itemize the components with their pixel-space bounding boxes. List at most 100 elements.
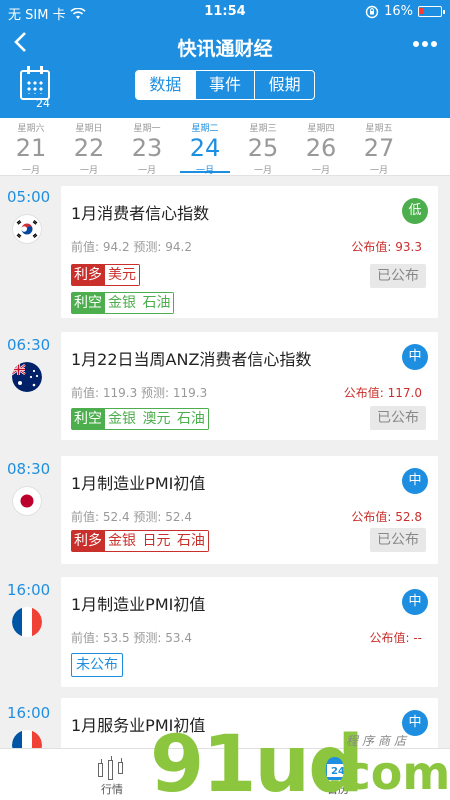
more-dots-icon [413,41,437,47]
date-weekday: 星期三 [249,124,277,134]
event-name: 1月消费者信心指数 [71,204,210,223]
tag-item: 美元 [108,267,136,283]
event-card[interactable]: 1月服务业PMI初值 中 [61,698,438,748]
calendar-icon[interactable] [20,66,50,100]
tag-kind: 利空 [71,408,105,430]
tag-item: 石油 [176,411,205,427]
event-time: 16:00 [7,581,51,599]
impact-tag-bearish: 利空 金银 石油 [71,292,175,314]
importance-badge: 中 [402,589,428,615]
tag-kind: 利多 [71,264,105,286]
event-list: 05:00 1月消费者信心指数 低 前值: 94.2 预测: 94.2 公布值:… [0,176,450,748]
status-bar: 无 SIM 卡 11:54 16% [0,0,450,24]
segment-tabs: 数据 事件 假期 [135,70,315,100]
event-name: 1月制造业PMI初值 [71,474,206,493]
published-value: 公布值: 93.3 [351,240,422,254]
tag-kind: 利多 [71,530,105,552]
event-name: 1月22日当周ANZ消费者信心指数 [71,350,312,369]
date-day: 26 [305,134,337,162]
tab-label: 行情 [101,783,123,796]
page-title: 快讯通财经 [177,38,273,60]
status-badge: 已公布 [370,264,426,288]
tag-kind: 利空 [71,292,105,314]
date-day: 22 [73,134,105,162]
importance-badge: 中 [402,344,428,370]
tab-data[interactable]: 数据 [136,71,196,99]
event-time: 16:00 [7,704,51,722]
tab-events[interactable]: 事件 [196,71,256,99]
date-weekday: 星期六 [17,124,45,134]
date-item-selected[interactable]: 星期二 24 一月 [176,118,234,176]
battery-fill [420,8,423,14]
published-value: 公布值: 117.0 [343,386,422,400]
date-weekday: 星期四 [307,124,335,134]
tab-market[interactable]: 行情 [82,749,142,800]
bottom-tab-bar: 行情 24 日历 [0,748,450,800]
date-weekday: 星期日 [75,124,103,134]
japan-flag-icon [12,486,42,516]
date-month: 一月 [21,166,40,176]
australia-flag-icon [12,362,42,392]
date-month: 一月 [137,166,156,176]
event-time: 08:30 [7,460,51,478]
france-flag-icon [12,730,42,748]
date-month: 一月 [195,166,214,176]
date-day: 21 [15,134,47,162]
prev-forecast: 前值: 52.4 预测: 52.4 [71,510,192,524]
event-card[interactable]: 1月消费者信心指数 低 前值: 94.2 预测: 94.2 公布值: 93.3 … [61,186,438,318]
date-month: 一月 [79,166,98,176]
date-item[interactable]: 星期四 26 一月 [292,118,350,176]
tag-item: 金银 [108,411,136,427]
date-day: 25 [247,134,279,162]
prev-forecast: 前值: 94.2 预测: 94.2 [71,240,192,254]
date-item[interactable]: 星期六 21 一月 [2,118,60,176]
battery-icon [418,6,445,17]
candlestick-icon [98,756,126,780]
date-weekday: 星期二 [191,124,219,134]
date-weekday: 星期一 [133,124,161,134]
france-flag-icon [12,607,42,637]
south-korea-flag-icon [12,214,42,244]
date-item[interactable]: 星期三 25 一月 [234,118,292,176]
calendar-day-badge: 24 [36,97,50,110]
date-strip: 星期六 21 一月 星期日 22 一月 星期一 23 一月 星期二 24 一月 … [0,118,450,176]
importance-badge: 中 [402,468,428,494]
rotation-lock-icon [365,5,379,18]
published-value: 公布值: 52.8 [351,510,422,524]
importance-badge: 低 [402,198,428,224]
date-item[interactable]: 星期五 27 一月 [350,118,408,176]
date-day: 24 [189,134,221,162]
tab-holidays[interactable]: 假期 [255,71,314,99]
date-day: 23 [131,134,163,162]
tag-item: 金银 [108,295,136,311]
importance-badge: 中 [402,710,428,736]
tag-item: 石油 [176,533,205,549]
prev-forecast: 前值: 53.5 预测: 53.4 [71,631,192,645]
more-button[interactable] [412,32,438,62]
event-name: 1月制造业PMI初值 [71,595,206,614]
header: 无 SIM 卡 11:54 16% 快讯通财经 24 数据 事件 假期 [0,0,450,118]
battery-percent: 16% [384,4,413,19]
event-card[interactable]: 1月制造业PMI初值 中 前值: 52.4 预测: 52.4 公布值: 52.8… [61,456,438,564]
status-badge-pending: 未公布 [71,653,123,677]
impact-tag-bearish: 利空 金银 澳元 石油 [71,408,209,430]
date-item[interactable]: 星期一 23 一月 [118,118,176,176]
date-item[interactable]: 星期日 22 一月 [60,118,118,176]
nav-bar: 快讯通财经 [0,28,450,64]
tab-calendar[interactable]: 24 日历 [308,749,368,800]
impact-tag-bullish: 利多 金银 日元 石油 [71,530,209,552]
event-card[interactable]: 1月制造业PMI初值 中 前值: 53.5 预测: 53.4 公布值: -- 未… [61,577,438,687]
date-month: 一月 [369,166,388,176]
event-card[interactable]: 1月22日当周ANZ消费者信心指数 中 前值: 119.3 预测: 119.3 … [61,332,438,440]
tag-item: 日元 [142,533,171,549]
published-value: 公布值: -- [369,631,422,645]
tag-item: 澳元 [142,411,171,427]
date-day: 27 [363,134,395,162]
calendar-icon: 24 [324,754,352,780]
tab-label: 日历 [327,783,349,796]
status-badge: 已公布 [370,528,426,552]
tag-item: 石油 [142,295,171,311]
date-month: 一月 [253,166,272,176]
event-time: 06:30 [7,336,51,354]
event-name: 1月服务业PMI初值 [71,716,206,735]
